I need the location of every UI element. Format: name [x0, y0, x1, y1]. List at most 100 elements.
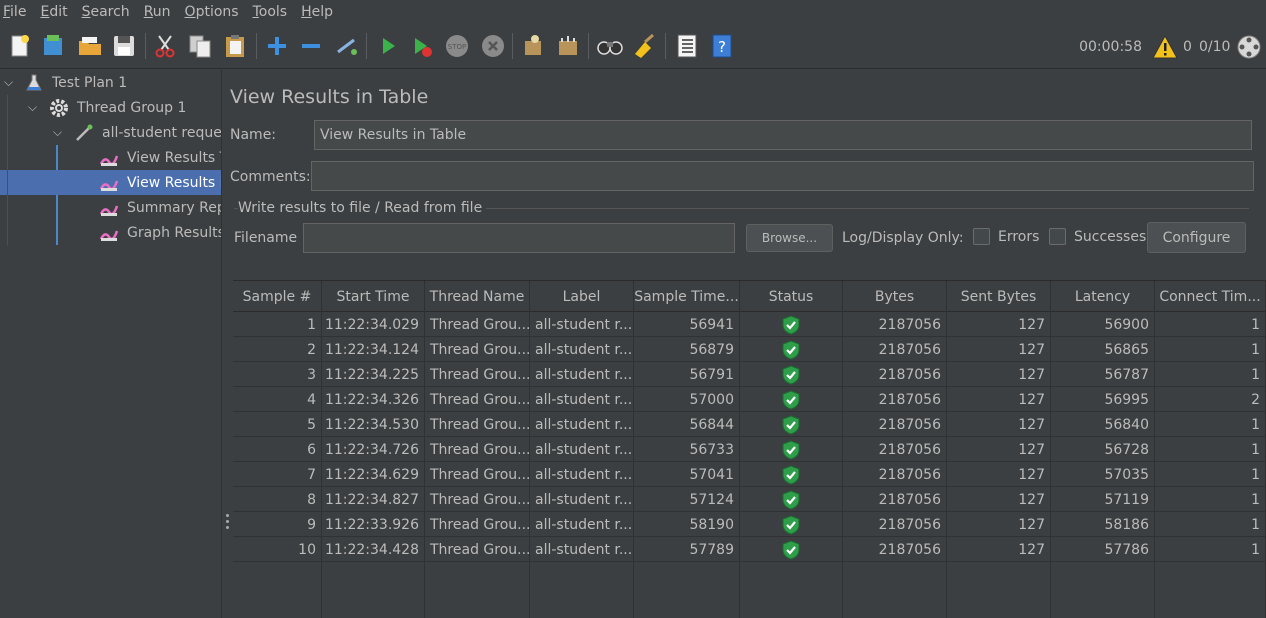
table-row[interactable]: 1 11:22:34.029 Thread Grou... all-student r…: [233, 312, 1266, 337]
column-header[interactable]: Latency: [1051, 281, 1155, 313]
comments-field[interactable]: [311, 161, 1254, 191]
table-cell: 11:22:34.225: [322, 362, 425, 387]
open-icon[interactable]: [76, 32, 104, 60]
table-cell: 11:22:34.726: [322, 437, 425, 462]
table-row[interactable]: 5 11:22:34.530 Thread Grou... all-student r…: [233, 412, 1266, 437]
start-icon[interactable]: [374, 32, 402, 60]
menu-search[interactable]: Search: [82, 4, 130, 20]
stop-icon[interactable]: STOP: [443, 32, 471, 60]
tree-node-listener[interactable]: View Results T: [0, 145, 221, 170]
column-header[interactable]: Label: [530, 281, 634, 313]
results-table: Sample # Start Time Thread Name Label Sample…: [233, 280, 1266, 618]
browse-button[interactable]: Browse...: [746, 224, 833, 252]
table-row[interactable]: 3 11:22:34.225 Thread Grou... all-student r…: [233, 362, 1266, 387]
name-field[interactable]: View Results in Table: [314, 120, 1252, 150]
chevron-down-icon[interactable]: ⌵: [4, 75, 13, 90]
collapse-icon[interactable]: [297, 32, 325, 60]
pipette-icon: [74, 123, 94, 143]
toggle-icon[interactable]: [332, 32, 360, 60]
tree-node-listener-selected[interactable]: View Results in: [0, 170, 221, 195]
table-cell: 11:22:34.629: [322, 462, 425, 487]
chevron-down-icon[interactable]: ⌵: [53, 125, 62, 140]
table-row[interactable]: 8 11:22:34.827 Thread Grou... all-student r…: [233, 487, 1266, 512]
templates-icon[interactable]: [39, 32, 67, 60]
toolbar-separator: [588, 33, 589, 59]
search-icon[interactable]: [596, 32, 624, 60]
column-header[interactable]: Thread Name: [425, 281, 530, 313]
start-no-pause-icon[interactable]: [408, 32, 436, 60]
warning-icon[interactable]: [1151, 34, 1179, 64]
configure-button[interactable]: Configure: [1147, 222, 1246, 253]
table-cell: all-student r...: [530, 437, 634, 462]
clear-all-icon[interactable]: [554, 32, 582, 60]
column-header[interactable]: Bytes: [843, 281, 947, 313]
paste-icon[interactable]: [221, 32, 249, 60]
table-cell: 1: [1155, 412, 1266, 437]
table-cell: 9: [233, 512, 322, 537]
column-header[interactable]: Status: [740, 281, 843, 313]
table-row[interactable]: 4 11:22:34.326 Thread Grou... all-student r…: [233, 387, 1266, 412]
tree-label: Test Plan 1: [52, 74, 128, 91]
table-cell: 127: [947, 437, 1051, 462]
menu-bar: File Edit Search Run Options Tools Help: [0, 0, 1266, 23]
table-cell: Thread Grou...: [425, 312, 530, 337]
table-row[interactable]: 10 11:22:34.428 Thread Grou... all-student …: [233, 537, 1266, 562]
tree-node-test-plan[interactable]: ⌵ Test Plan 1: [0, 70, 221, 95]
table-row[interactable]: 6 11:22:34.726 Thread Grou... all-student r…: [233, 437, 1266, 462]
shutdown-icon[interactable]: [479, 32, 507, 60]
table-cell: all-student r...: [530, 487, 634, 512]
table-cell: 58190: [634, 512, 740, 537]
table-cell: all-student r...: [530, 362, 634, 387]
listener-chart-icon: [99, 148, 119, 168]
svg-text:STOP: STOP: [448, 43, 466, 51]
menu-options[interactable]: Options: [185, 4, 239, 20]
tree-node-thread-group[interactable]: ⌵ Thread Group 1: [0, 95, 221, 120]
menu-file[interactable]: File: [3, 4, 26, 20]
column-header[interactable]: Start Time: [322, 281, 425, 313]
table-cell: 1: [1155, 487, 1266, 512]
save-icon[interactable]: [110, 32, 138, 60]
cut-icon[interactable]: [151, 32, 179, 60]
errors-checkbox[interactable]: [973, 228, 990, 245]
tree-node-listener[interactable]: Summary Repo: [0, 195, 221, 220]
status-cell: [740, 462, 843, 487]
table-row[interactable]: 9 11:22:33.926 Thread Grou... all-student r…: [233, 512, 1266, 537]
help-icon[interactable]: ?: [708, 32, 736, 60]
listener-chart-icon: [99, 173, 119, 193]
tree-node-listener[interactable]: Graph Results: [0, 220, 221, 245]
reset-search-icon[interactable]: [631, 32, 659, 60]
column-header[interactable]: Sample Time...: [634, 281, 740, 313]
copy-icon[interactable]: [186, 32, 214, 60]
success-shield-icon: [782, 439, 800, 460]
success-shield-icon: [782, 539, 800, 560]
function-helper-icon[interactable]: [673, 32, 701, 60]
clear-icon[interactable]: [519, 32, 547, 60]
table-cell: 56879: [634, 337, 740, 362]
column-header[interactable]: Sample #: [233, 281, 322, 313]
expand-icon[interactable]: [263, 32, 291, 60]
splitter-grip-icon[interactable]: [226, 514, 229, 532]
status-cell: [740, 412, 843, 437]
table-grid-line: [633, 282, 634, 618]
table-cell: Thread Grou...: [425, 437, 530, 462]
tree-node-sampler[interactable]: ⌵ all-student reques: [0, 120, 221, 145]
chevron-down-icon[interactable]: ⌵: [28, 100, 37, 115]
table-row[interactable]: 2 11:22:34.124 Thread Grou... all-student r…: [233, 337, 1266, 362]
column-header[interactable]: Connect Tim...: [1155, 281, 1266, 313]
table-cell: 5: [233, 412, 322, 437]
table-cell: 57041: [634, 462, 740, 487]
table-cell: 1: [1155, 337, 1266, 362]
menu-edit[interactable]: Edit: [40, 4, 67, 20]
filename-field[interactable]: [303, 223, 735, 253]
menu-tools[interactable]: Tools: [253, 4, 288, 20]
new-icon[interactable]: [6, 32, 34, 60]
menu-run[interactable]: Run: [144, 4, 171, 20]
test-plan-flask-icon: [24, 73, 44, 93]
table-cell: 1: [1155, 512, 1266, 537]
column-header[interactable]: Sent Bytes: [947, 281, 1051, 313]
table-row[interactable]: 7 11:22:34.629 Thread Grou... all-student r…: [233, 462, 1266, 487]
menu-help[interactable]: Help: [301, 4, 333, 20]
active-threads: 0/10: [1199, 39, 1231, 55]
successes-checkbox[interactable]: [1049, 228, 1066, 245]
remote-globe-icon[interactable]: [1236, 34, 1262, 64]
